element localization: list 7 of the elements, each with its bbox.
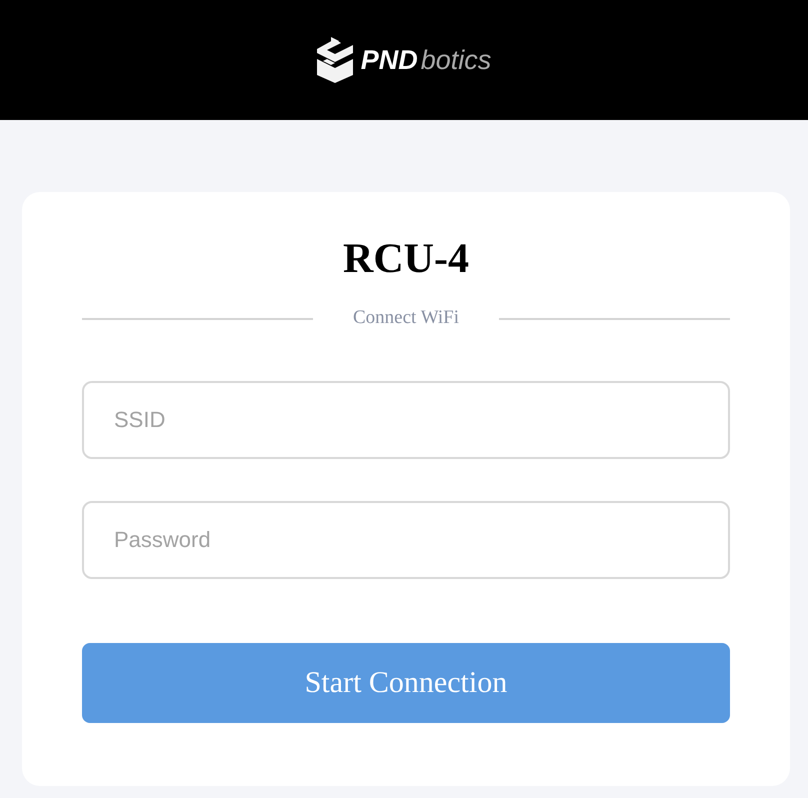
section-subtitle: Connect WiFi bbox=[352, 306, 460, 330]
ssid-field[interactable]: SSID bbox=[82, 380, 730, 459]
logo-icon bbox=[316, 37, 353, 83]
start-connection-button[interactable]: Start Connection bbox=[82, 642, 730, 723]
password-field[interactable]: Password bbox=[82, 500, 730, 579]
brand-name: PNDbotics bbox=[360, 46, 492, 74]
page-title: RCU-4 bbox=[342, 235, 470, 284]
